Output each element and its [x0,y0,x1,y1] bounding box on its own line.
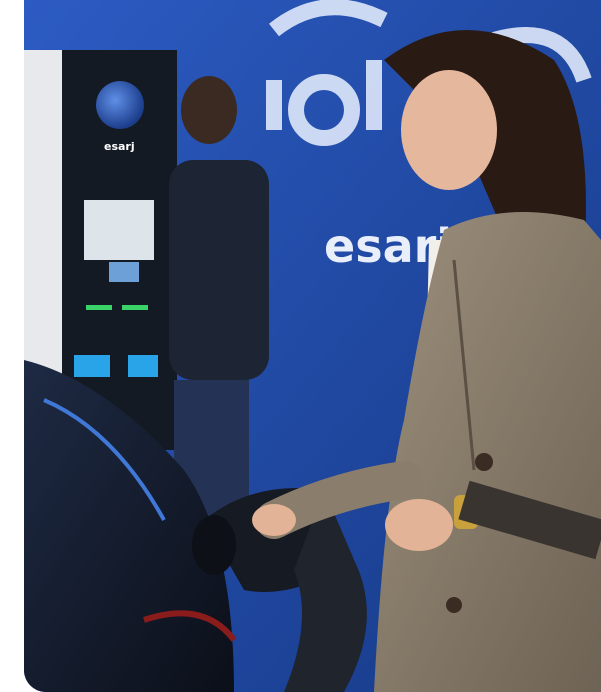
kiosk-logo-text: esarj [104,140,135,153]
kiosk-globe-logo-icon [96,81,144,129]
kiosk-port-screen-right [128,355,158,377]
kiosk-screen [84,200,154,260]
ev-charging-photo: esarj.co esarj [24,0,601,692]
kiosk-port-screen-left [74,355,110,377]
kiosk-status-light-right [122,305,148,310]
kiosk-card-reader [109,262,139,282]
kiosk-status-light-left [86,305,112,310]
photo-frame: esarj.co esarj [24,0,601,692]
